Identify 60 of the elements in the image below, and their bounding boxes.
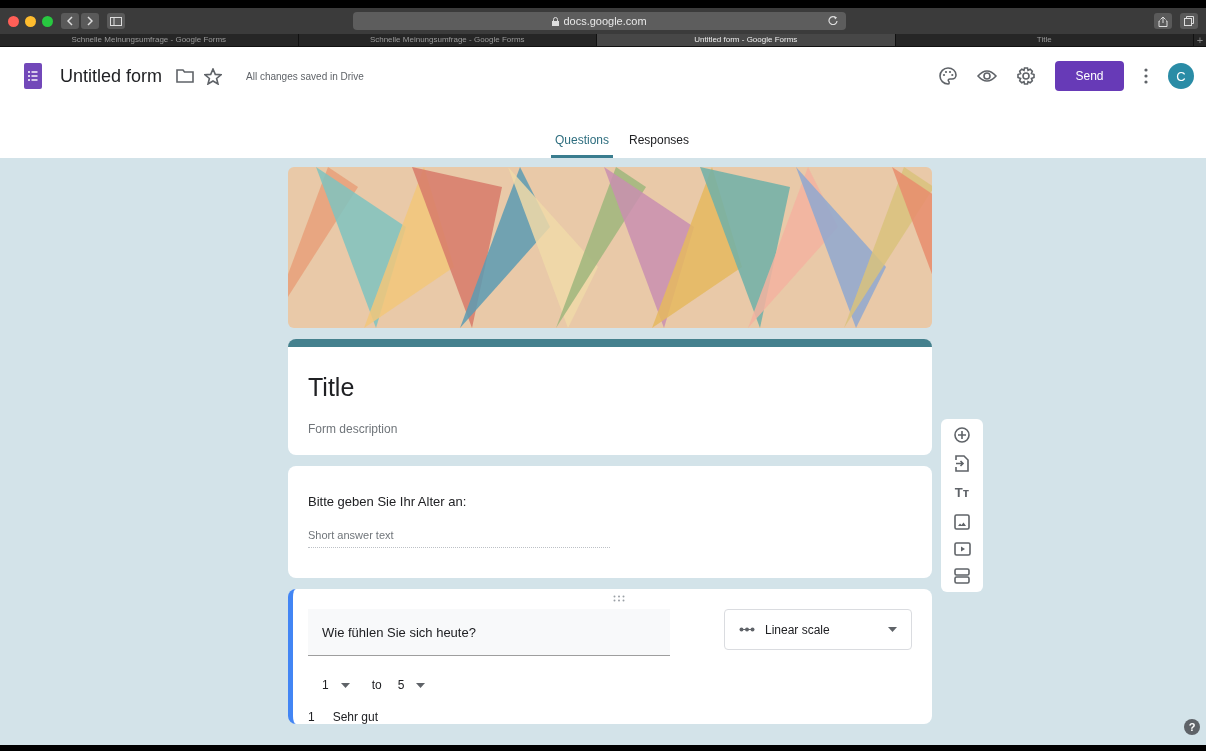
save-status: All changes saved in Drive (246, 70, 364, 82)
add-section-icon[interactable] (954, 568, 970, 584)
linear-scale-icon (739, 627, 755, 632)
dropdown-caret-icon (416, 682, 426, 688)
dropdown-caret-icon (340, 682, 350, 688)
scale-max-dropdown[interactable]: 5 (397, 678, 426, 692)
question-field[interactable]: Wie fühlen Sie sich heute? (308, 609, 670, 656)
view-tab[interactable]: Responses (625, 133, 694, 158)
lock-icon (552, 16, 560, 26)
forward-icon (87, 16, 93, 26)
back-button[interactable] (61, 13, 79, 29)
palette-icon[interactable] (939, 67, 957, 85)
question-type-dropdown[interactable]: Linear scale (724, 609, 912, 650)
browser-tab[interactable]: Schnelle Meinungsumfrage - Google Forms (0, 34, 299, 46)
new-tab-button[interactable]: + (1194, 34, 1206, 46)
add-title-button[interactable]: Tт (954, 484, 970, 502)
folder-icon[interactable] (176, 69, 195, 83)
help-button[interactable]: ? (1184, 719, 1200, 735)
back-icon (67, 16, 73, 26)
tabs-overview-button[interactable] (1180, 13, 1198, 29)
settings-icon[interactable] (1017, 67, 1035, 85)
account-avatar[interactable]: C (1168, 63, 1194, 89)
answer-field: Short answer text (308, 529, 610, 548)
drag-handle-icon[interactable] (612, 595, 625, 602)
add-video-icon[interactable] (953, 542, 971, 556)
scale-label-field[interactable]: Sehr gut (332, 710, 379, 724)
view-tab[interactable]: Questions (550, 133, 613, 158)
question-title: Bitte geben Sie Ihr Alter an: (308, 494, 468, 509)
forward-button[interactable] (81, 13, 99, 29)
share-button[interactable] (1154, 13, 1172, 29)
scale-number: 1 (308, 710, 315, 724)
window-control-icon[interactable] (8, 15, 19, 27)
share-icon (1158, 15, 1168, 27)
window-control-icon[interactable] (42, 15, 53, 27)
scale-to-label: to (371, 678, 382, 692)
import-questions-icon[interactable] (955, 455, 969, 472)
question-card[interactable]: Wie fühlen Sie sich heute? Linear scale 1 to 5 1 Sehr gut (288, 589, 932, 724)
forms-logo-icon (24, 63, 42, 89)
sidebar-button[interactable] (107, 13, 125, 29)
send-button[interactable]: Send (1055, 61, 1124, 91)
browser-tab[interactable]: Untitled form - Google Forms (597, 34, 896, 46)
add-question-icon[interactable] (954, 427, 970, 443)
sidebar-icon (110, 16, 122, 26)
question-card[interactable]: Bitte geben Sie Ihr Alter an: Short answer text (288, 466, 932, 578)
address-bar[interactable]: docs.google.com (353, 12, 846, 30)
dropdown-caret-icon (888, 627, 897, 632)
tabs-icon (1184, 16, 1194, 26)
form-heading[interactable]: Title (308, 373, 912, 402)
more-menu-icon[interactable] (1144, 68, 1148, 84)
preview-eye-icon[interactable] (977, 69, 997, 83)
browser-tab[interactable]: Title (895, 34, 1194, 46)
dropdown-label: Linear scale (765, 622, 831, 637)
description-field[interactable]: Form description (308, 422, 912, 436)
url-text: docs.google.com (563, 15, 647, 27)
reload-icon[interactable] (828, 15, 838, 25)
form-title[interactable]: Untitled form (60, 65, 163, 87)
window-control-icon[interactable] (25, 15, 36, 27)
star-icon[interactable] (204, 67, 223, 85)
scale-min-dropdown[interactable]: 1 (322, 678, 350, 692)
add-image-icon[interactable] (954, 514, 970, 530)
